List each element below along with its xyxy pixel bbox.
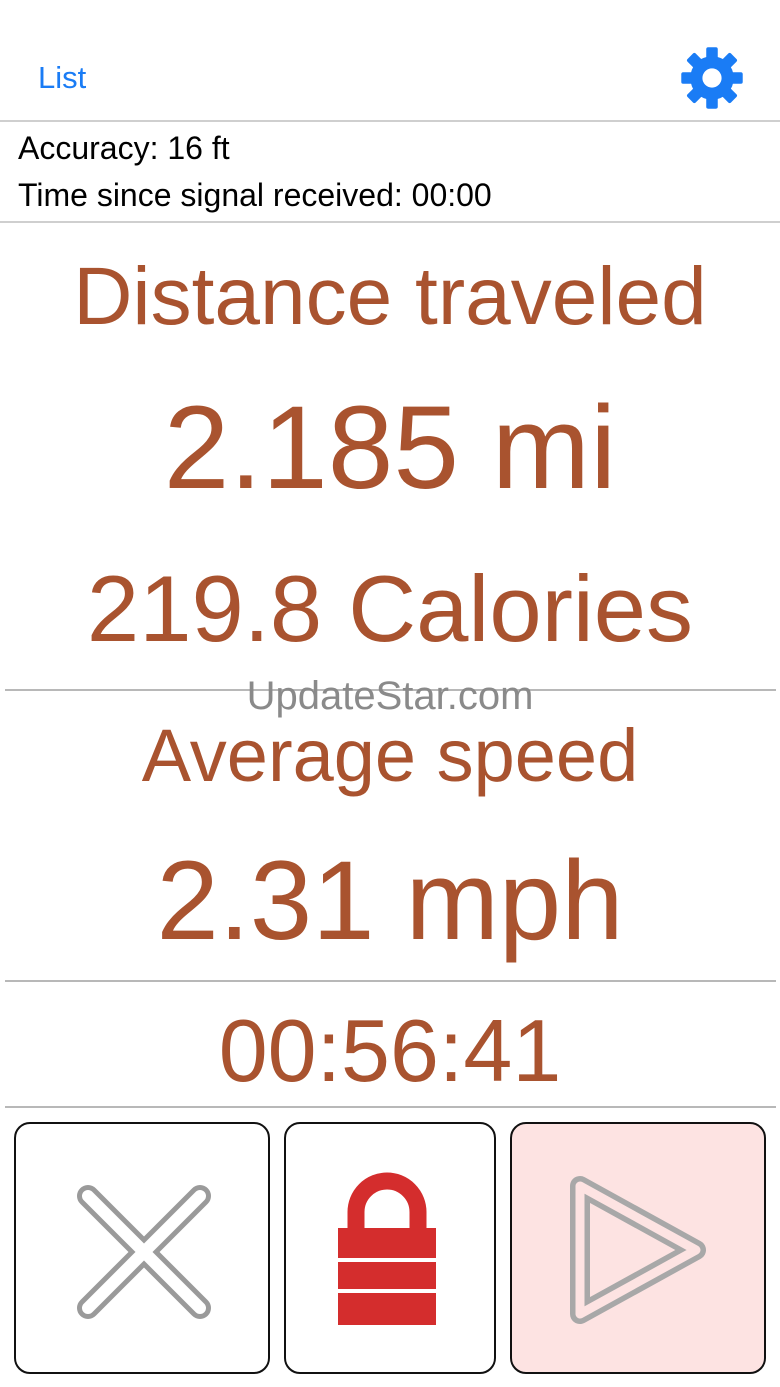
elapsed-time: 00:56:41 (218, 1001, 562, 1100)
distance-value: 2.185 mi (163, 382, 617, 514)
signal-time-text: Time since signal received: 00:00 (18, 177, 492, 213)
divider (5, 1106, 776, 1108)
average-speed-label: Average speed (141, 714, 639, 797)
average-speed-value: 2.31 mph (156, 838, 624, 963)
gear-icon[interactable] (680, 46, 744, 110)
cancel-x-icon (77, 1185, 211, 1319)
cancel-button[interactable] (14, 1122, 270, 1374)
list-button[interactable]: List (38, 60, 86, 96)
start-button[interactable] (510, 1122, 766, 1374)
distance-label: Distance traveled (73, 251, 707, 342)
navigation-bar: List (0, 0, 780, 121)
divider (0, 221, 780, 223)
lock-icon (338, 1172, 436, 1325)
divider (0, 120, 780, 122)
divider (5, 980, 776, 982)
play-icon (570, 1176, 706, 1324)
accuracy-text: Accuracy: 16 ft (18, 130, 230, 166)
lock-button[interactable] (284, 1122, 496, 1374)
calories-value: 219.8 Calories (86, 556, 694, 661)
